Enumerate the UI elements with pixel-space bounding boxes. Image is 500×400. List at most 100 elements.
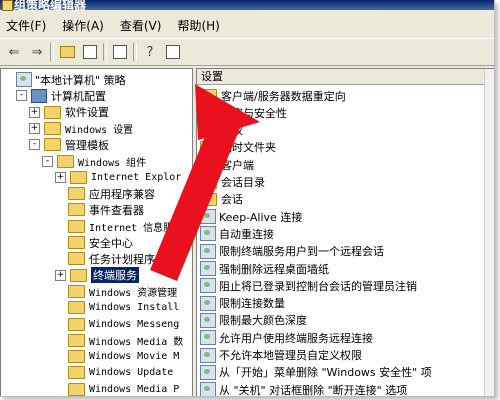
settings-item-label: Keep-Alive 连接 (219, 210, 303, 224)
tree-item[interactable]: Windows Media 数 (55, 332, 183, 349)
folder-icon (200, 106, 217, 120)
menu-help[interactable]: 帮助(H) (175, 17, 221, 34)
settings-policy-item[interactable]: 从「开始」菜单删除 "Windows 安全性" 项 (200, 364, 432, 381)
settings-folder-item[interactable]: 会话 (200, 191, 243, 208)
folder-icon (200, 89, 217, 102)
settings-policy-item[interactable]: 强制删除远程桌面墙纸 (200, 260, 329, 277)
settings-policy-item[interactable]: 不允许本地管理员自定义权限 (200, 347, 362, 364)
tree-item-label: 任务计划程序 (89, 252, 155, 266)
tree-item[interactable]: Windows Messeng (55, 316, 179, 333)
tree-item-label: Windows 资源管理 (89, 287, 178, 299)
policy-setting-icon (200, 312, 216, 328)
collapse-icon[interactable]: - (29, 139, 40, 151)
settings-folder-item[interactable]: 客户端/服务器数据重定向 (200, 87, 346, 104)
tree-item[interactable]: Windows 资源管理 (55, 283, 177, 300)
tree-item[interactable]: 事件查看器 (55, 201, 144, 218)
tree-item-label: 软件设置 (65, 106, 109, 120)
tree-item[interactable]: + 软件设置 (29, 104, 109, 121)
tree-item[interactable]: + Windows 设置 (29, 120, 133, 137)
tree-item[interactable]: - 管理模板 (29, 136, 109, 153)
settings-folder-item[interactable]: 加密与安全性 (200, 104, 287, 121)
tree-item[interactable]: - Windows 组件 (42, 153, 146, 170)
computer-icon (31, 88, 47, 103)
settings-policy-item[interactable]: 允许用户使用终端服务远程连接 (200, 329, 373, 346)
tree-item[interactable]: 安全中心 (55, 234, 133, 251)
back-arrow-icon[interactable]: ⇐ (4, 42, 24, 62)
settings-folder-item[interactable]: 会话目录 (200, 174, 265, 191)
folder-icon (68, 366, 85, 380)
settings-item-label: 限制终端服务用户到一个远程会话 (219, 245, 384, 259)
settings-item-label: 阻止将已登录到控制台会话的管理员注销 (219, 279, 417, 293)
expand-icon[interactable]: + (29, 106, 40, 118)
expand-icon[interactable]: + (55, 269, 66, 281)
settings-policy-item[interactable]: 限制终端服务用户到一个远程会话 (200, 243, 384, 260)
tree-item-label: Windows Media 数 (89, 336, 184, 348)
expand-icon[interactable]: + (29, 122, 40, 134)
settings-folder-item[interactable]: 客户端 (200, 156, 254, 173)
export-list-icon[interactable] (110, 42, 130, 62)
tree-item[interactable]: Windows Movie M (55, 348, 179, 365)
settings-pane[interactable]: 设置 客户端/服务器数据重定向 加密与安全性 授权临时文件夹 客户端 会话目录 会话 Kee… (196, 68, 494, 396)
up-folder-icon[interactable] (57, 42, 77, 62)
settings-policy-item[interactable]: 限制连接数量 (200, 295, 285, 312)
collapse-icon[interactable]: - (42, 155, 53, 167)
tree-item-label: "本地计算机" 策略 (35, 73, 126, 87)
settings-policy-item[interactable]: 阻止将已登录到控制台会话的管理员注销 (200, 277, 417, 294)
collapse-icon[interactable]: - (16, 90, 27, 102)
tree-item[interactable]: + Internet Explor (55, 169, 181, 186)
forward-arrow-icon[interactable]: ⇒ (27, 42, 47, 62)
tree-item[interactable]: Windows Update (55, 364, 173, 381)
tree-item-label: Windows Install (89, 302, 180, 314)
tree-item-label: 管理模板 (65, 138, 109, 152)
tree-item[interactable]: + 终端服务 (55, 266, 140, 285)
menu-file[interactable]: 文件(F) (4, 17, 48, 34)
show-hide-tree-icon[interactable] (80, 42, 100, 62)
tree-item[interactable]: Windows Media P (55, 381, 179, 396)
folder-icon (44, 121, 61, 135)
policy-setting-icon (200, 364, 216, 380)
mmc-window: 组策略编辑器 文件(F) 操作(A) 查看(V) 帮助(H) ⇐ ⇒ ? "本地… (0, 0, 495, 397)
help-icon[interactable]: ? (140, 42, 160, 62)
menu-action[interactable]: 操作(A) (60, 17, 106, 34)
tree-item[interactable]: 应用程序兼容 (55, 185, 155, 202)
tree-item-label: Windows Update (89, 367, 174, 379)
policy-setting-icon (200, 295, 216, 311)
tree-item-label: 终端服务 (90, 266, 140, 285)
folder-icon (200, 192, 217, 206)
settings-item-label: 不允许本地管理员自定义权限 (219, 349, 362, 362)
tree-pane[interactable]: "本地计算机" 策略 - 计算机配置 + 软件设置 + Windows 设置 - 管理模板 - Wi… (0, 68, 193, 396)
tree-item[interactable]: 任务计划程序 (55, 250, 155, 267)
folder-icon (57, 154, 74, 168)
menu-view[interactable]: 查看(V) (118, 17, 164, 34)
vertical-scrollbar[interactable] (484, 69, 494, 396)
settings-policy-item[interactable]: 自动重连接 (200, 225, 274, 242)
tree-item-label: Internet Explor (91, 171, 182, 183)
settings-policy-item[interactable]: 从 "关机" 对话框删除 "断开连接" 选项 (200, 381, 407, 396)
settings-policy-item[interactable]: 限制最大颜色深度 (200, 312, 307, 329)
settings-item-label: 自动重连接 (219, 227, 274, 241)
settings-item-label: 临时文件夹 (221, 141, 276, 155)
settings-column-header[interactable]: 设置 (197, 69, 494, 85)
properties-icon[interactable] (163, 42, 183, 62)
tree-item[interactable]: "本地计算机" 策略 (3, 71, 126, 88)
folder-icon (200, 123, 217, 137)
settings-item-label: 客户端/服务器数据重定向 (221, 89, 346, 103)
settings-folder-item[interactable]: 临时文件夹 (200, 139, 276, 156)
expand-icon[interactable]: + (55, 171, 66, 183)
tree-item[interactable]: - 计算机配置 (16, 87, 106, 104)
toolbar: ⇐ ⇒ ? (0, 38, 494, 66)
settings-policy-item[interactable]: Keep-Alive 连接 (200, 208, 302, 225)
tree-item[interactable]: Internet 信息服 (55, 218, 173, 235)
tree-item[interactable]: Windows Install (55, 299, 179, 316)
settings-folder-item[interactable]: 授权 (200, 122, 243, 139)
policy-setting-icon (200, 226, 216, 242)
folder-icon (68, 236, 85, 249)
